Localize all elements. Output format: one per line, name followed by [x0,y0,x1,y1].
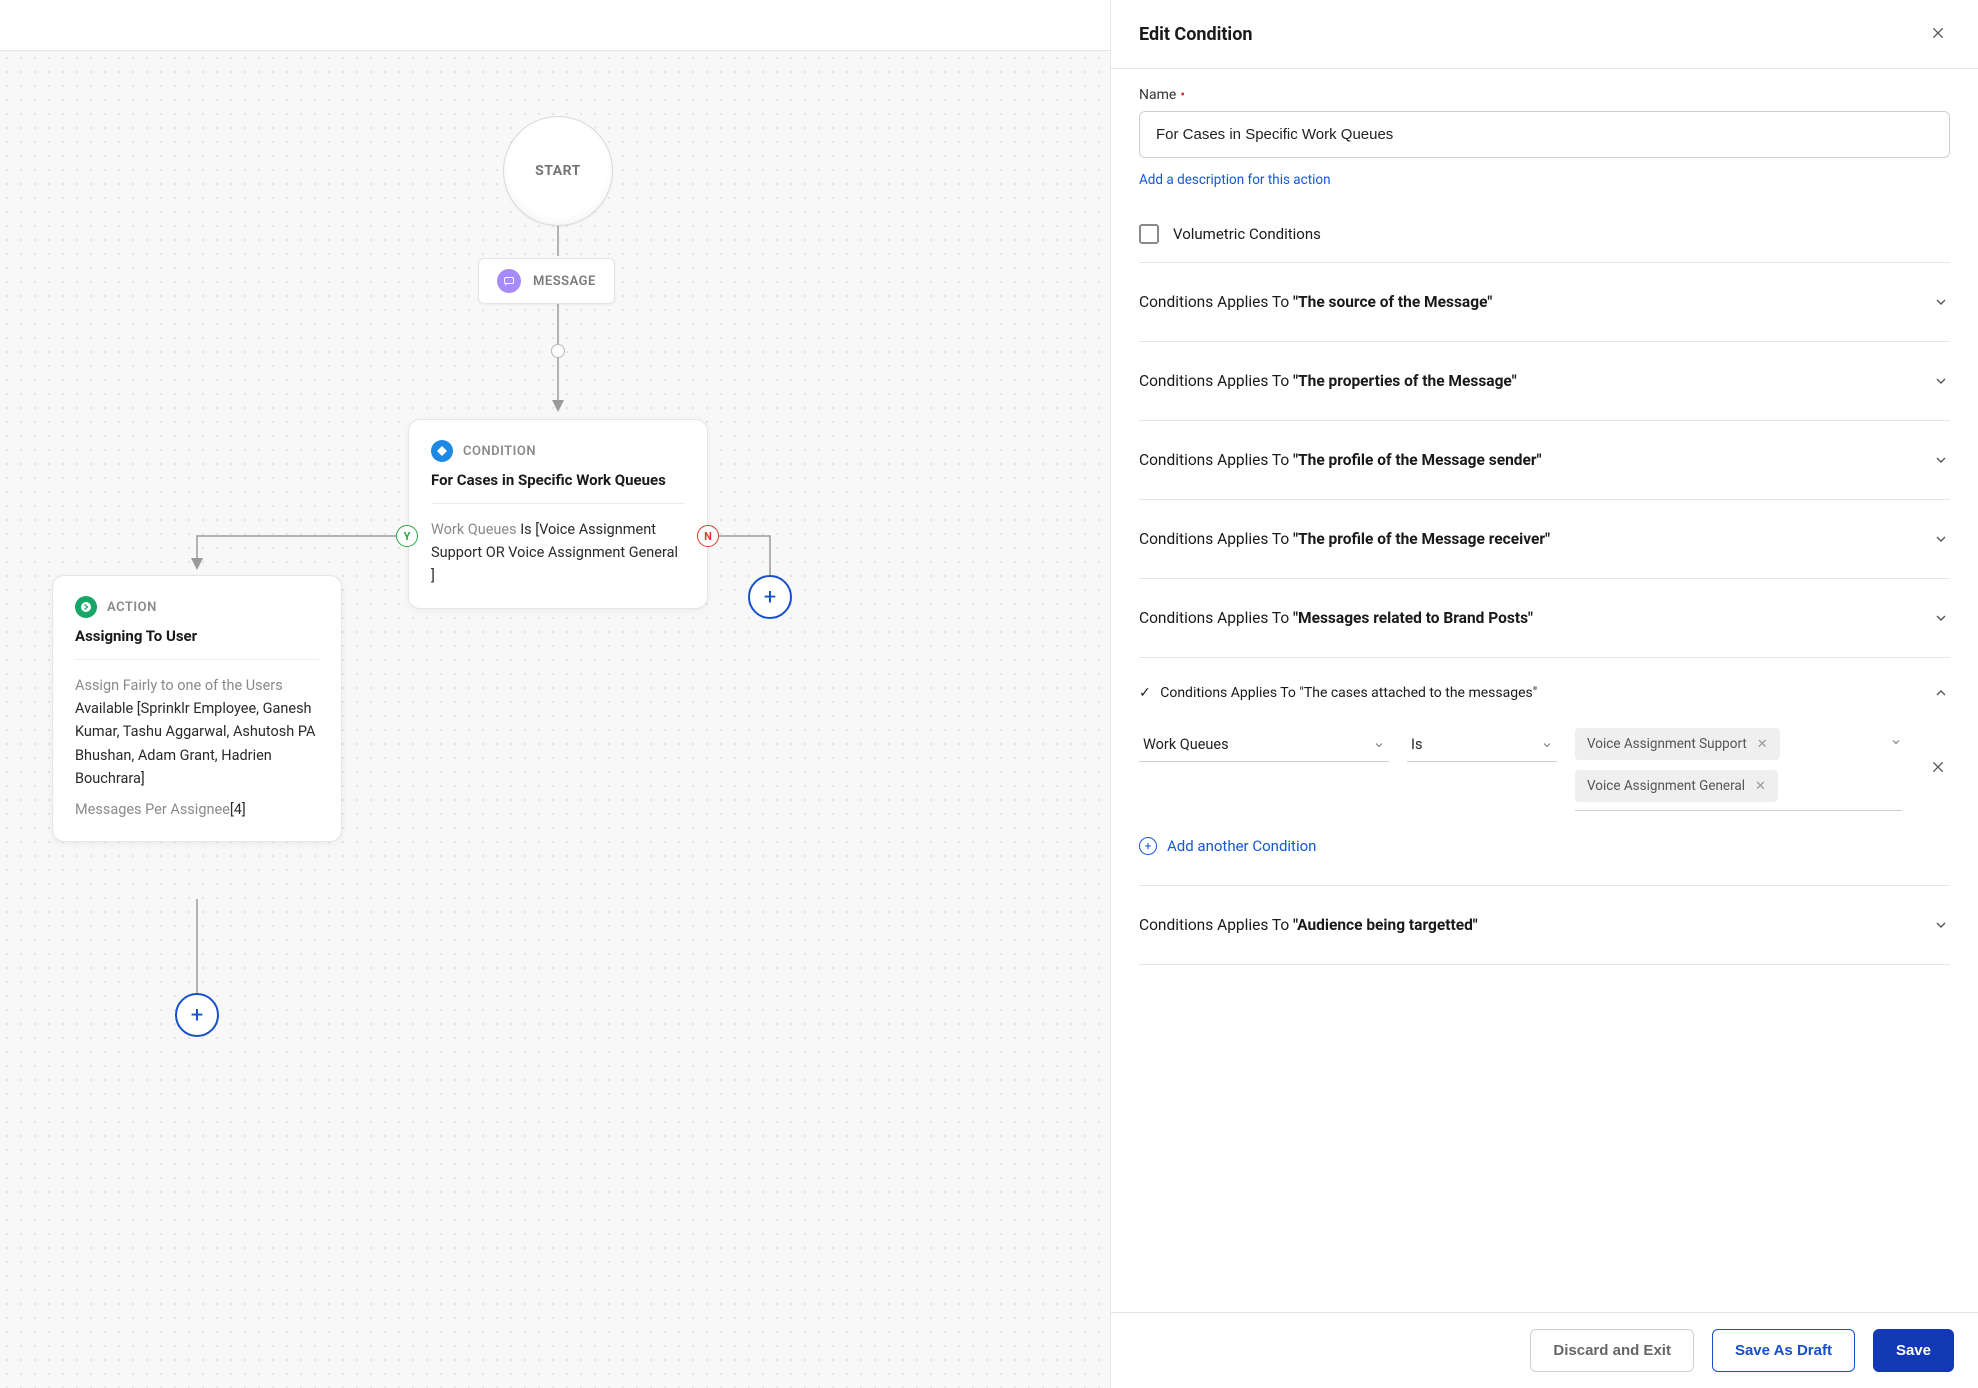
remove-tag-icon[interactable]: ✕ [1755,779,1766,794]
value-tag: Voice Assignment General ✕ [1575,770,1778,802]
action-node[interactable]: ACTION Assigning To User Assign Fairly t… [52,575,342,842]
chevron-down-icon [1373,738,1385,755]
condition-title: For Cases in Specific Work Queues [431,470,685,491]
action-tag: ACTION [107,600,157,615]
chevron-down-icon [1932,916,1950,934]
edit-condition-panel: Edit Condition Name• Add a description f… [1110,0,1978,1388]
name-input[interactable] [1139,111,1950,158]
volumetric-checkbox[interactable] [1139,224,1159,244]
section-properties[interactable]: Conditions Applies To "The properties of… [1139,341,1950,420]
message-icon [497,269,521,293]
operator-select[interactable]: Is [1407,728,1557,762]
add-another-condition-link[interactable]: + Add another Condition [1139,837,1950,855]
condition-node[interactable]: CONDITION For Cases in Specific Work Que… [408,419,708,609]
chevron-up-icon [1932,684,1950,702]
message-node[interactable]: MESSAGE [478,258,615,304]
branch-no-badge: N [697,525,719,547]
chevron-down-icon [1932,451,1950,469]
add-description-link[interactable]: Add a description for this action [1139,172,1331,188]
chevron-down-icon [1541,738,1553,755]
delete-row-icon[interactable] [1926,755,1950,784]
message-label: MESSAGE [533,274,596,289]
volumetric-label: Volumetric Conditions [1173,225,1321,243]
remove-tag-icon[interactable]: ✕ [1757,737,1768,752]
section-brand-posts[interactable]: Conditions Applies To "Messages related … [1139,578,1950,657]
plus-circle-icon: + [1139,837,1157,855]
condition-row: Work Queues Is Voice Assignment Support … [1139,728,1950,811]
close-icon[interactable] [1926,18,1950,50]
section-cases-attached[interactable]: ✓ Conditions Applies To "The cases attac… [1139,684,1950,702]
section-profile-sender[interactable]: Conditions Applies To "The profile of th… [1139,420,1950,499]
condition-body: Work Queues Is [Voice Assignment Support… [431,518,685,588]
section-audience[interactable]: Conditions Applies To "Audience being ta… [1139,885,1950,965]
discard-button[interactable]: Discard and Exit [1530,1329,1694,1372]
workflow-canvas[interactable]: START MESSAGE CONDITION For Cases in Spe… [0,50,1110,1388]
start-node[interactable]: START [503,116,613,226]
value-tag: Voice Assignment Support ✕ [1575,728,1780,760]
condition-tag: CONDITION [463,444,536,459]
chevron-down-icon [1932,372,1950,390]
section-profile-receiver[interactable]: Conditions Applies To "The profile of th… [1139,499,1950,578]
add-node-button-right[interactable]: + [748,575,792,619]
add-node-button-bottom[interactable]: + [175,993,219,1037]
check-icon: ✓ [1139,685,1151,701]
connector-dot[interactable] [551,344,565,358]
name-label: Name• [1139,87,1950,103]
action-body: Assign Fairly to one of the Users Availa… [75,674,319,790]
action-icon [75,596,97,618]
action-body-2: Messages Per Assignee[4] [75,798,319,821]
branch-yes-badge: Y [396,525,418,547]
panel-title: Edit Condition [1139,24,1252,45]
chevron-down-icon[interactable] [1890,736,1902,752]
save-button[interactable]: Save [1873,1329,1954,1372]
condition-icon [431,440,453,462]
start-label: START [535,163,581,179]
chevron-down-icon [1932,609,1950,627]
field-select[interactable]: Work Queues [1139,728,1389,762]
action-title: Assigning To User [75,626,319,647]
chevron-down-icon [1932,530,1950,548]
save-draft-button[interactable]: Save As Draft [1712,1329,1855,1372]
chevron-down-icon [1932,293,1950,311]
section-source[interactable]: Conditions Applies To "The source of the… [1139,262,1950,341]
